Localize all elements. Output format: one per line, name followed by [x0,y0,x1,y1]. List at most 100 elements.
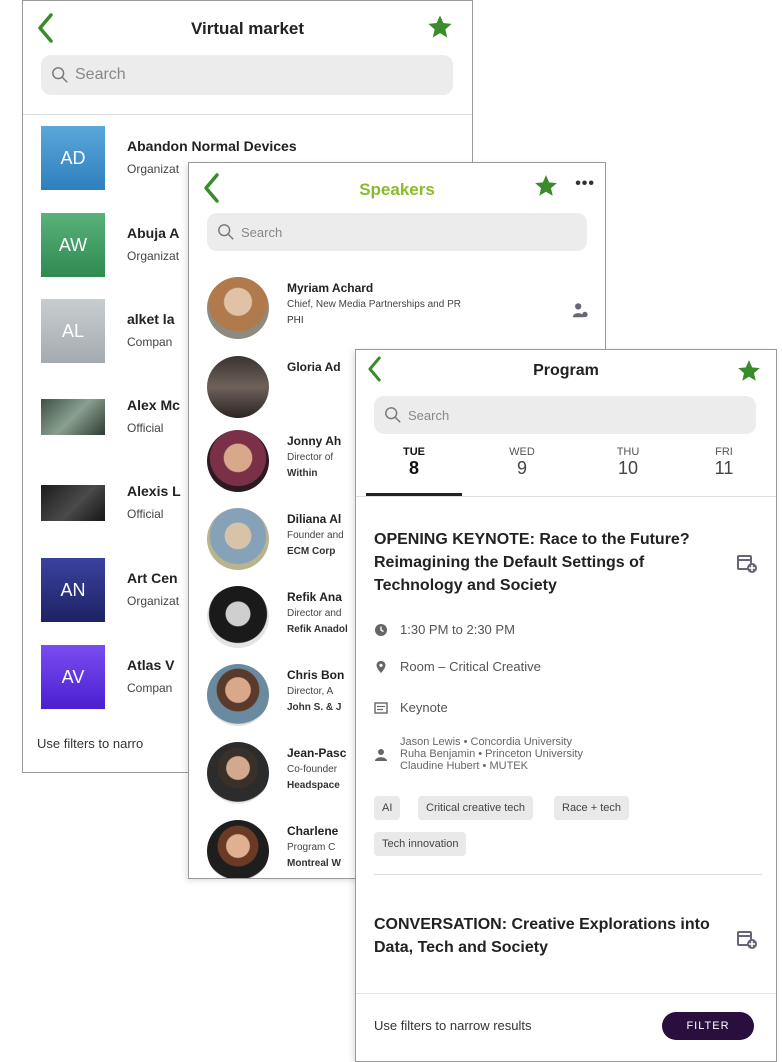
tag-chip[interactable]: Tech innovation [374,832,467,856]
filter-hint: Use filters to narro [37,736,144,751]
speaker-line[interactable]: Ruha Benjamin • Princeton University [400,748,583,760]
avatar-photo [207,586,269,648]
tag-chip[interactable]: Race + tech [554,796,630,820]
filter-button[interactable]: FILTER [662,1012,754,1040]
exhibitor-name: Art Cen [127,570,178,586]
speaker-name: Gloria Ad [287,360,341,374]
day-tabs: TUE 8 WED 9 THU 10 FRI 11 [366,446,776,498]
speaker-role: Director of [287,452,334,463]
header: Virtual market [23,1,472,59]
exhibitor-name: Alex Mc [127,397,180,413]
search-icon [51,66,69,84]
search-placeholder: Search [241,224,283,240]
avatar-photo [207,277,269,339]
speaker-org: ECM Corp [287,546,336,557]
tab-day[interactable]: TUE 8 [366,446,462,479]
exhibitor-type: Organizat [127,162,180,176]
tab-day[interactable]: FRI 11 [676,446,772,479]
speaker-name: Myriam Achard [287,281,374,295]
favorite-star-icon[interactable] [533,173,559,199]
avatar: AL [41,299,105,363]
event-room-text: Room – Critical Creative [400,659,541,674]
day-number: 11 [714,458,734,478]
avatar: AV [41,645,105,709]
search-input[interactable]: Search [207,213,587,251]
speaker-name: Refik Ana [287,590,342,604]
speaker-role: Co-founder [287,764,338,775]
speaker-line[interactable]: Claudine Hubert • MUTEK [400,760,583,772]
search-icon [217,223,235,241]
day-number: 9 [516,458,527,478]
divider [356,496,776,497]
speaker-org: Within [287,468,318,479]
day-number: 8 [408,458,419,478]
event-speakers: Jason Lewis • Concordia University Ruha … [374,736,583,772]
avatar-photo [207,356,269,418]
speaker-org: Headspace [287,780,340,791]
avatar-photo [207,820,269,878]
more-options-icon[interactable]: ••• [575,175,595,193]
add-to-calendar-icon[interactable] [736,928,758,950]
avatar-photo [41,399,105,435]
event-kind-text: Keynote [400,700,448,715]
avatar-photo [207,430,269,492]
day-name: THU [616,446,640,458]
avatar: AN [41,558,105,622]
tag-chip[interactable]: AI [374,796,401,820]
speaker-role: Chief, New Media Partnerships and PR [287,299,461,310]
speaker-org: Refik Anadol [287,624,348,635]
speaker-role: Director and [287,608,342,619]
tab-day[interactable]: THU 10 [580,446,676,479]
search-placeholder: Search [408,407,450,423]
event-time-text: 1:30 PM to 2:30 PM [400,622,515,637]
tab-day[interactable]: WED 9 [474,446,570,479]
exhibitor-name: Atlas V [127,657,175,673]
avatar: AW [41,213,105,277]
exhibitor-name: Abuja A [127,225,180,241]
event-time: 1:30 PM to 2:30 PM [374,622,515,637]
search-placeholder: Search [75,66,126,83]
event-room: Room – Critical Creative [374,659,541,674]
exhibitor-type: Organizat [127,249,180,263]
exhibitor-type: Compan [127,681,173,695]
speaker-name: Jonny Ah [287,434,342,448]
speaker-role: Director, A [287,686,334,697]
speaker-name: Jean-Pasc [287,746,347,760]
list-item[interactable]: Myriam Achard Chief, New Media Partnersh… [207,277,605,357]
person-add-icon[interactable] [571,301,589,319]
filter-hint: Use filters to narrow results [374,1018,532,1033]
speaker-name: Chris Bon [287,668,345,682]
avatar-photo [41,485,105,521]
speaker-org: PHI [287,315,304,326]
speaker-name: Charlene [287,824,339,838]
speaker-org: John S. & J [287,702,342,713]
avatar-photo [207,742,269,804]
page-title: Virtual market [190,19,305,38]
search-input[interactable]: Search [374,396,756,434]
speaker-line[interactable]: Jason Lewis • Concordia University [400,736,583,748]
day-name: FRI [715,446,733,458]
exhibitor-name: alket la [127,311,175,327]
tag-chip[interactable]: Critical creative tech [418,796,534,820]
day-name: WED [509,446,535,458]
favorite-star-icon[interactable] [426,13,454,41]
location-pin-icon [374,660,388,674]
program-screen: Program Search TUE 8 WED 9 THU 10 FRI 11… [355,349,777,1062]
divider [374,874,762,875]
search-input[interactable]: Search [41,55,453,95]
avatar: AD [41,126,105,190]
clock-icon [374,623,388,637]
exhibitor-type: Organizat [127,594,180,608]
day-name: TUE [403,446,425,458]
list-icon [374,701,388,715]
speaker-role: Program C [287,842,336,853]
avatar-photo [207,664,269,726]
event-title[interactable]: OPENING KEYNOTE: Race to the Future? Rei… [374,528,724,597]
speaker-role: Founder and [287,530,344,541]
favorite-star-icon[interactable] [736,358,762,384]
add-to-calendar-icon[interactable] [736,552,758,574]
speaker-org: Montreal W [287,858,341,869]
event-title[interactable]: CONVERSATION: Creative Explorations into… [374,913,724,959]
exhibitor-name: Abandon Normal Devices [127,138,297,154]
avatar-photo [207,508,269,570]
